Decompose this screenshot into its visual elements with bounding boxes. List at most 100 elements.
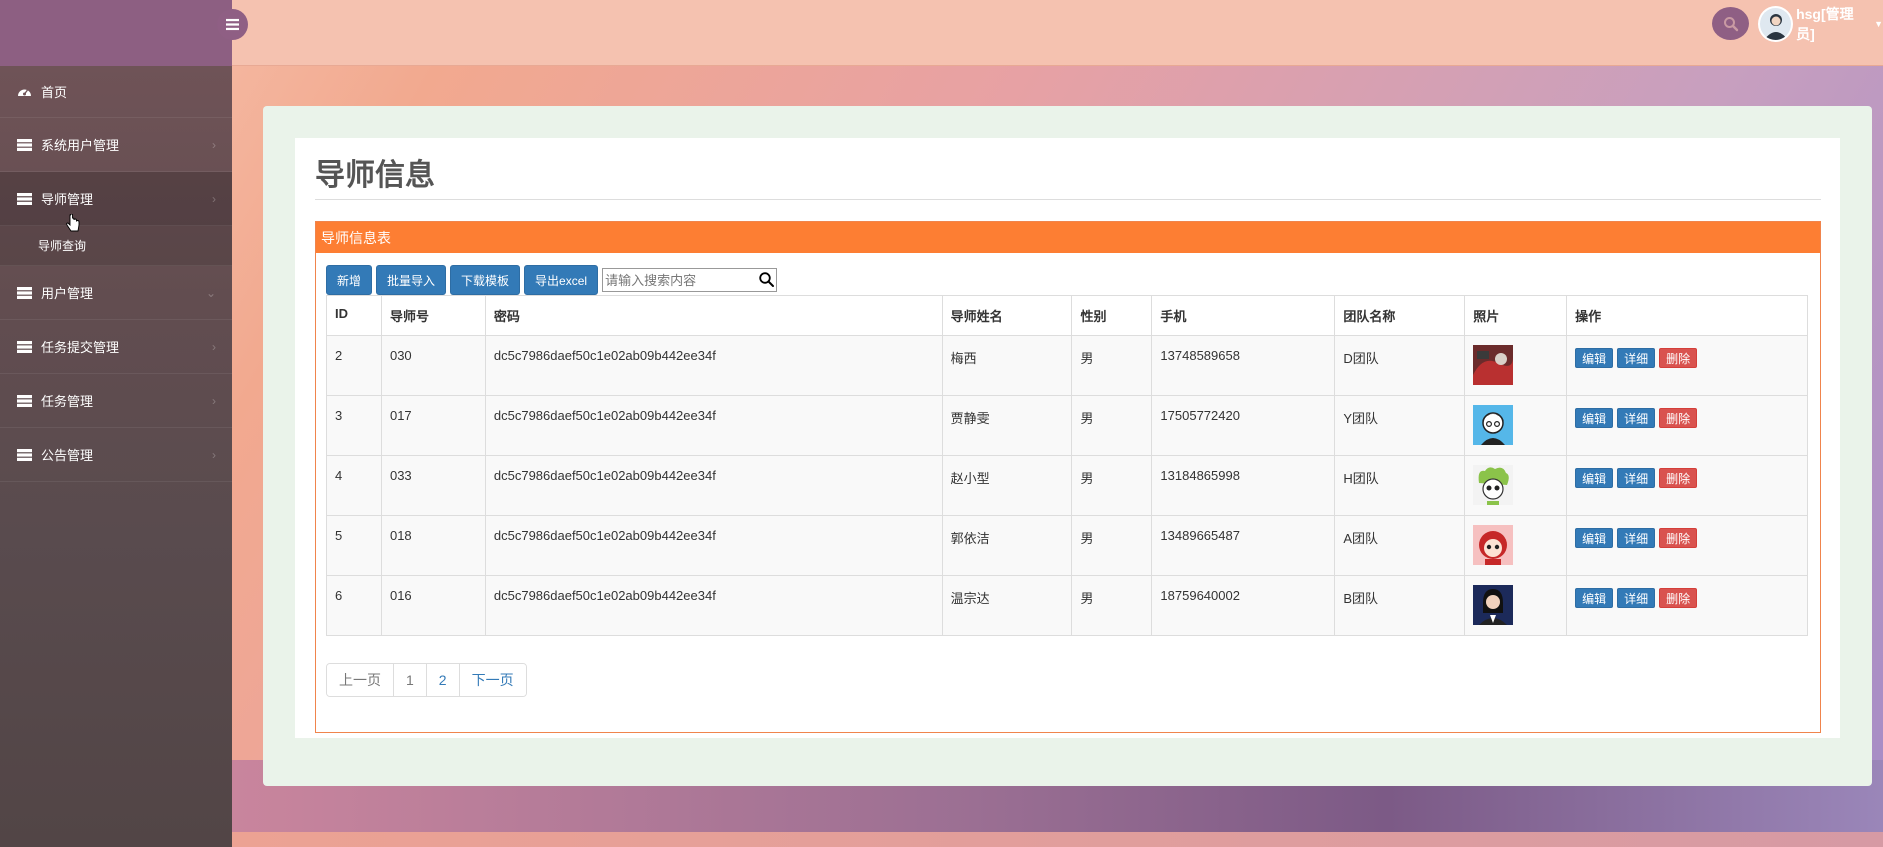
avatar — [1758, 6, 1794, 42]
toolbar: 新增 批量导入 下载模板 导出excel — [326, 265, 778, 295]
sidebar-item-label: 任务管理 — [41, 394, 94, 409]
dashboard-icon — [17, 85, 33, 98]
user-name: hsg[管理员] — [1796, 6, 1854, 42]
delete-button[interactable]: 删除 — [1659, 588, 1698, 608]
tutor-photo[interactable] — [1473, 465, 1514, 505]
cell-actions: 编辑 详细 删除 — [1566, 515, 1808, 576]
cell-name: 赵小型 — [941, 455, 1073, 516]
server-icon — [17, 192, 33, 205]
sidebar-item-users[interactable]: 用户管理 ⌄ — [0, 266, 232, 320]
cell-id: 2 — [326, 335, 382, 396]
cell-team: D团队 — [1334, 335, 1466, 396]
tutor-photo[interactable] — [1473, 585, 1514, 625]
sidebar-item-home[interactable]: 首页 — [0, 66, 232, 118]
user-menu[interactable]: hsg[管理员] ▼ — [1758, 5, 1883, 43]
sidebar-item-label: 用户管理 — [41, 286, 94, 301]
edit-button[interactable]: 编辑 — [1575, 528, 1614, 548]
chevron-right-icon: › — [212, 447, 216, 462]
export-excel-button[interactable]: 导出excel — [524, 265, 599, 295]
cell-id: 6 — [326, 575, 382, 636]
detail-button[interactable]: 详细 — [1617, 588, 1656, 608]
delete-button[interactable]: 删除 — [1659, 468, 1698, 488]
cell-password: dc5c7986daef50c1e02ab09b442ee34f — [484, 575, 943, 636]
delete-button[interactable]: 删除 — [1659, 348, 1698, 368]
sidebar-item-task-submissions[interactable]: 任务提交管理 › — [0, 320, 232, 374]
panel-title: 导师信息表 — [316, 222, 1820, 253]
column-header: 性别 — [1071, 295, 1153, 336]
cell-photo — [1464, 575, 1568, 636]
cell-actions: 编辑 详细 删除 — [1566, 335, 1808, 396]
sidebar-subitem-tutor-query[interactable]: 导师查询 — [0, 226, 232, 266]
cell-id: 4 — [326, 455, 382, 516]
table-row: 4 033 dc5c7986daef50c1e02ab09b442ee34f 赵… — [326, 455, 1808, 516]
cell-actions: 编辑 详细 删除 — [1566, 395, 1808, 456]
tutor-photo[interactable] — [1473, 345, 1514, 385]
cell-phone: 13184865998 — [1151, 455, 1336, 516]
cell-photo — [1464, 335, 1568, 396]
menu-toggle-button[interactable] — [217, 9, 248, 40]
table-row: 2 030 dc5c7986daef50c1e02ab09b442ee34f 梅… — [326, 335, 1808, 396]
server-icon — [17, 448, 33, 461]
header-search-button[interactable] — [1712, 7, 1749, 40]
download-template-button[interactable]: 下载模板 — [450, 265, 521, 295]
chevron-right-icon: › — [212, 339, 216, 354]
cell-name: 温宗达 — [941, 575, 1073, 636]
edit-button[interactable]: 编辑 — [1575, 348, 1614, 368]
cell-password: dc5c7986daef50c1e02ab09b442ee34f — [484, 515, 943, 576]
search-input[interactable] — [602, 268, 778, 292]
cell-sex: 男 — [1071, 335, 1153, 396]
cell-photo — [1464, 455, 1568, 516]
search-box — [602, 268, 778, 292]
cell-tutor-no: 018 — [380, 515, 486, 576]
tutor-photo[interactable] — [1473, 405, 1514, 445]
top-bar — [0, 0, 1883, 66]
server-icon — [17, 286, 33, 299]
delete-button[interactable]: 删除 — [1659, 528, 1698, 548]
table-row: 5 018 dc5c7986daef50c1e02ab09b442ee34f 郭… — [326, 515, 1808, 576]
cell-photo — [1464, 395, 1568, 456]
column-header: 导师姓名 — [941, 295, 1073, 336]
server-icon — [17, 394, 33, 407]
cell-sex: 男 — [1071, 395, 1153, 456]
edit-button[interactable]: 编辑 — [1575, 468, 1614, 488]
delete-button[interactable]: 删除 — [1659, 408, 1698, 428]
title-divider — [315, 199, 1821, 200]
cell-id: 3 — [326, 395, 382, 456]
tutor-table-panel: 导师信息表 新增 批量导入 下载模板 导出excel ID 导师号 密码 导师姓… — [315, 221, 1821, 733]
search-icon[interactable] — [758, 271, 775, 288]
sidebar-item-system-users[interactable]: 系统用户管理 › — [0, 118, 232, 172]
cell-sex: 男 — [1071, 455, 1153, 516]
edit-button[interactable]: 编辑 — [1575, 588, 1614, 608]
sidebar-item-tasks[interactable]: 任务管理 › — [0, 374, 232, 428]
page-1-button[interactable]: 1 — [394, 664, 427, 696]
tutor-photo[interactable] — [1473, 525, 1514, 565]
sidebar: 首页 系统用户管理 › 导师管理 › 导师查询 用户管理 ⌄ 任务提交管理 › — [0, 66, 232, 847]
chevron-right-icon: › — [212, 137, 216, 152]
cell-phone: 18759640002 — [1151, 575, 1336, 636]
background-strip — [232, 832, 1883, 847]
add-button[interactable]: 新增 — [326, 265, 373, 295]
chevron-down-icon: ⌄ — [205, 285, 216, 300]
table-row: 6 016 dc5c7986daef50c1e02ab09b442ee34f 温… — [326, 575, 1808, 636]
cell-phone: 17505772420 — [1151, 395, 1336, 456]
detail-button[interactable]: 详细 — [1617, 348, 1656, 368]
prev-page-button[interactable]: 上一页 — [327, 664, 394, 696]
detail-button[interactable]: 详细 — [1617, 528, 1656, 548]
chevron-right-icon: › — [212, 393, 216, 408]
sidebar-item-tutors[interactable]: 导师管理 › — [0, 172, 232, 226]
sidebar-item-label: 任务提交管理 — [41, 340, 120, 355]
cell-name: 梅西 — [941, 335, 1073, 396]
edit-button[interactable]: 编辑 — [1575, 408, 1614, 428]
detail-button[interactable]: 详细 — [1617, 408, 1656, 428]
next-page-button[interactable]: 下一页 — [459, 664, 526, 696]
batch-import-button[interactable]: 批量导入 — [376, 265, 447, 295]
page-2-button[interactable]: 2 — [426, 664, 460, 696]
column-header: 操作 — [1566, 295, 1808, 336]
sidebar-item-announcements[interactable]: 公告管理 › — [0, 428, 232, 482]
column-header: 团队名称 — [1334, 295, 1466, 336]
detail-button[interactable]: 详细 — [1617, 468, 1656, 488]
server-icon — [17, 340, 33, 353]
tutor-table: ID 导师号 密码 导师姓名 性别 手机 团队名称 照片 操作 2 030 dc… — [326, 295, 1808, 636]
cell-password: dc5c7986daef50c1e02ab09b442ee34f — [484, 335, 943, 396]
table-row: 3 017 dc5c7986daef50c1e02ab09b442ee34f 贾… — [326, 395, 1808, 456]
